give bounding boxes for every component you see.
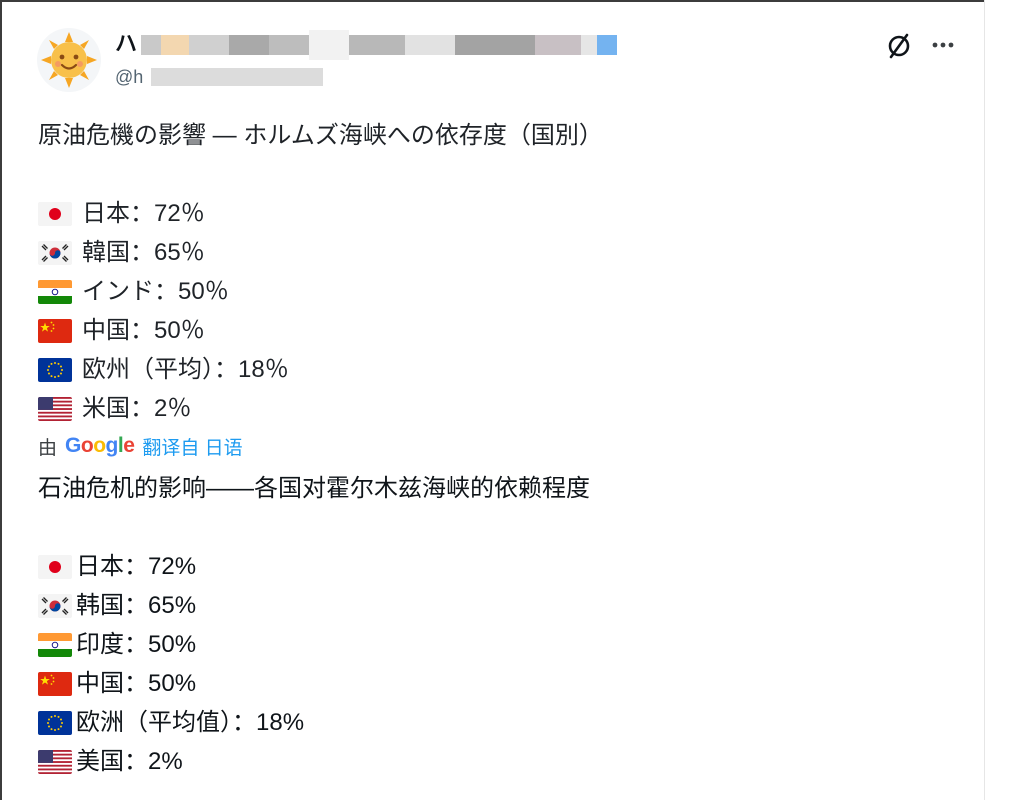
country-line: 印度：50%	[38, 625, 938, 664]
author-name-text: ハ	[115, 31, 138, 56]
country-value-text: 中国：50％	[82, 317, 205, 344]
translated-from-link[interactable]: 翻译自 日语	[142, 433, 242, 460]
google-logo: Google	[65, 434, 135, 457]
india-flag-icon	[38, 279, 72, 304]
country-value-text: 印度：50%	[76, 631, 197, 658]
country-line: 美国：2%	[38, 742, 938, 781]
country-line: 欧洲（平均值）：18%	[38, 703, 938, 742]
translated-title: 石油危机的影响——各国对霍尔木兹海峡的依赖程度	[38, 475, 590, 502]
country-line: 日本：72％	[38, 194, 938, 233]
country-value-text: 韩国：65%	[76, 592, 197, 619]
blurred-name	[189, 35, 229, 55]
china-flag-icon	[38, 318, 72, 343]
blurred-name	[141, 35, 161, 55]
usa-flag-icon	[38, 749, 72, 774]
country-line: 欧州（平均）：18％	[38, 350, 938, 389]
post-title: 原油危機の影響 — ホルムズ海峡への依存度（国別）	[38, 122, 603, 149]
eu-flag-icon	[38, 710, 72, 735]
korea-flag-icon	[38, 593, 72, 618]
country-value-text: 欧洲（平均值）：18%	[76, 709, 305, 736]
country-value-text: 美国：2%	[76, 748, 183, 775]
country-value-text: 日本：72％	[82, 200, 205, 227]
country-value-text: 中国：50%	[76, 670, 197, 697]
eu-flag-icon	[38, 357, 72, 382]
sun-avatar-icon	[41, 32, 97, 88]
country-value-text: 日本：72%	[76, 553, 197, 580]
more-button[interactable]	[928, 30, 958, 60]
translation-prefix: 由	[38, 437, 58, 459]
blurred-name	[309, 30, 349, 60]
window-top-border	[0, 0, 1020, 2]
country-line: インド：50％	[38, 272, 938, 311]
more-dots-icon	[932, 42, 954, 48]
china-flag-icon	[38, 671, 72, 696]
blurred-handle	[151, 68, 323, 86]
country-line: 中国：50％	[38, 311, 938, 350]
blurred-name	[581, 35, 597, 55]
blurred-name	[597, 35, 617, 55]
slashed-circle-icon	[888, 33, 910, 59]
blurred-name	[455, 35, 535, 55]
author-handle-text: @h	[115, 67, 144, 87]
grok-button[interactable]	[884, 30, 914, 60]
country-value-text: 欧州（平均）：18％	[82, 356, 289, 383]
blurred-name	[349, 35, 405, 55]
blurred-name	[535, 35, 581, 55]
country-line: 米国：2％	[38, 389, 938, 428]
blurred-name	[229, 35, 269, 55]
country-line: 韩国：65%	[38, 586, 938, 625]
country-line: 日本：72%	[38, 547, 938, 586]
india-flag-icon	[38, 632, 72, 657]
country-line: 韓国：65％	[38, 233, 938, 272]
country-value-text: 韓国：65％	[82, 239, 205, 266]
japan-flag-icon	[38, 201, 72, 226]
japan-flag-icon	[38, 554, 72, 579]
translation-attribution: 由 Google 翻译自 日语	[38, 431, 243, 461]
blurred-name	[269, 35, 309, 55]
country-value-text: インド：50％	[82, 278, 229, 305]
usa-flag-icon	[38, 396, 72, 421]
avatar[interactable]	[37, 28, 101, 92]
korea-flag-icon	[38, 240, 72, 265]
country-line: 中国：50%	[38, 664, 938, 703]
country-value-text: 米国：2％	[82, 395, 192, 422]
right-margin	[985, 0, 1020, 800]
blurred-name	[405, 35, 455, 55]
blurred-name	[161, 35, 189, 55]
translated-post-text: 石油危机的影响——各国对霍尔木兹海峡的依赖程度 日本：72% 韩国：65% 印度：5…	[38, 469, 938, 781]
window-left-border	[0, 0, 2, 800]
original-post-text: 原油危機の影響 — ホルムズ海峡への依存度（国別） 日本：72％ 韓国：65％ イン…	[38, 116, 938, 428]
